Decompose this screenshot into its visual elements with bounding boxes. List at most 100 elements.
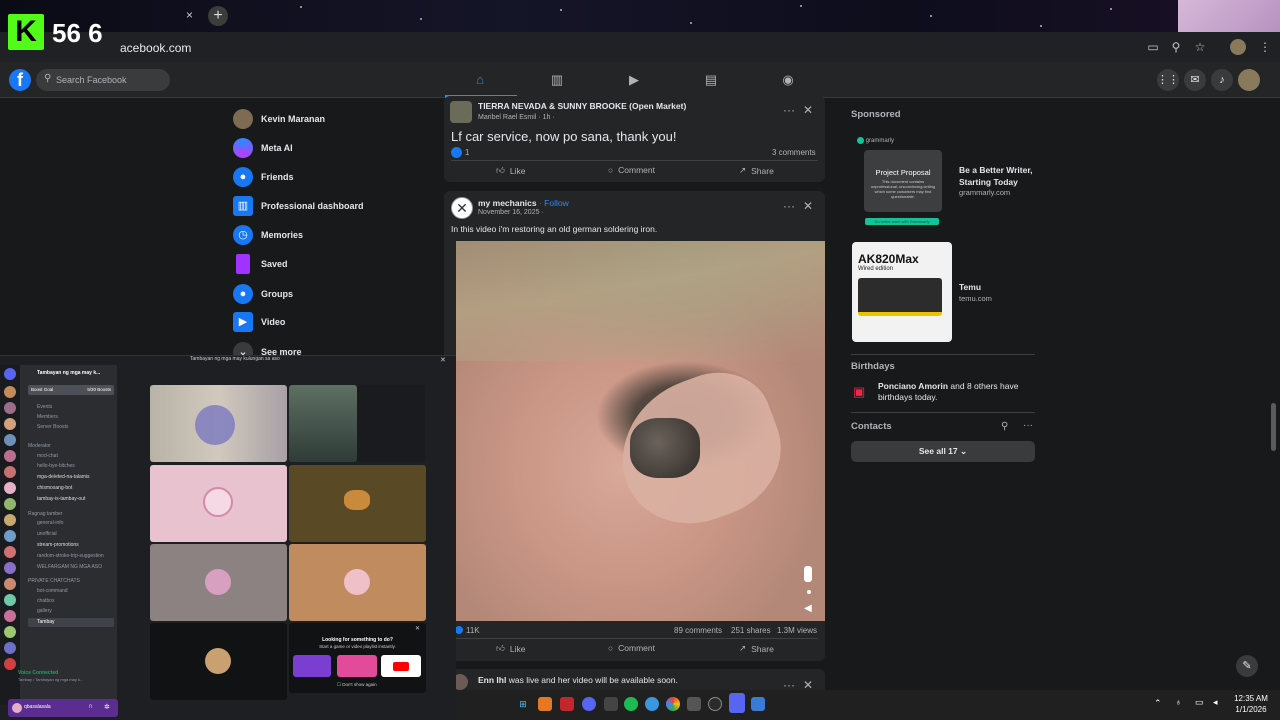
more-options-icon[interactable]: ···	[783, 199, 795, 213]
channel-item[interactable]: stream-promotions	[37, 542, 79, 548]
display-icon[interactable]: ▭	[1195, 697, 1204, 708]
browser-profile-avatar[interactable]	[1230, 39, 1246, 55]
post-author-meta[interactable]: Maribel Rael Esmil · 1h ·	[478, 114, 555, 121]
video-tile[interactable]	[289, 385, 357, 462]
channel-item[interactable]: mga-deleted-na-talamis	[37, 474, 90, 480]
url-text[interactable]: acebook.com	[120, 41, 191, 55]
volume-slider-handle[interactable]	[804, 566, 812, 582]
server-icon[interactable]	[4, 658, 16, 670]
comment-button[interactable]: ○ Comment	[608, 165, 655, 175]
server-icon[interactable]	[4, 562, 16, 574]
post-live-notice[interactable]: Enn Ihl was live and her video will be a…	[478, 675, 678, 685]
video-tile[interactable]	[289, 544, 426, 621]
search-contacts-icon[interactable]: ⚲	[1001, 421, 1008, 432]
account-avatar[interactable]	[1238, 69, 1260, 91]
like-button[interactable]: 👍︎ Like	[496, 165, 525, 176]
voice-channel-path[interactable]: Tambay / Tambayan ng mga may k...	[18, 677, 83, 682]
clock[interactable]: 12:35 AM 1/1/2026	[1233, 693, 1269, 715]
group-avatar[interactable]	[450, 101, 472, 123]
messenger-icon[interactable]: ✉	[1184, 69, 1206, 91]
server-icon[interactable]	[4, 466, 16, 478]
video-tile[interactable]	[357, 385, 425, 462]
zoom-icon[interactable]: ⚲	[1169, 40, 1183, 54]
ad-title-line2[interactable]: Starting Today	[959, 177, 1018, 187]
edge-icon[interactable]	[645, 697, 659, 711]
activity-game-card[interactable]	[293, 655, 331, 677]
channel-item[interactable]: unofficial	[37, 531, 57, 537]
channel-category[interactable]: Moderator	[28, 443, 51, 449]
sidebar-item-saved[interactable]: Saved	[233, 253, 288, 275]
headphones-icon[interactable]: ∩	[88, 703, 93, 710]
server-icon[interactable]	[4, 434, 16, 446]
window-close-icon[interactable]: ✕	[440, 356, 446, 364]
server-name[interactable]: Tambayan ng mga may k...	[37, 370, 100, 376]
more-options-icon[interactable]: ···	[783, 103, 795, 117]
ad-site[interactable]: grammarly.com	[959, 188, 1010, 197]
sidebar-item-meta-ai[interactable]: Meta AI	[233, 137, 293, 159]
taskbar-app-icon[interactable]	[687, 697, 701, 711]
activity-game-card[interactable]	[337, 655, 377, 677]
reaction-count[interactable]: 11K	[466, 626, 480, 635]
tab-close-icon[interactable]: ×	[186, 8, 193, 22]
server-icon[interactable]	[4, 610, 16, 622]
notifications-bell-icon[interactable]: ♪	[1211, 69, 1233, 91]
taskbar-app-icon[interactable]	[708, 697, 722, 711]
page-scrollbar[interactable]	[1271, 403, 1276, 451]
facebook-logo[interactable]: f	[9, 69, 31, 91]
boost-goal-bar[interactable]: Boost Goal 9/20 Boosts	[28, 385, 114, 395]
server-icon[interactable]	[4, 626, 16, 638]
server-icon[interactable]	[4, 450, 16, 462]
video-tile[interactable]	[150, 623, 287, 700]
channel-item[interactable]: chatbox	[37, 598, 55, 604]
spotify-icon[interactable]	[624, 697, 638, 711]
dont-show-again-checkbox[interactable]: ☐ Don't show again	[337, 682, 377, 688]
channel-item[interactable]: chismosang-bot	[37, 485, 72, 491]
channel-category[interactable]: PRIVATE CHATCHATS	[28, 578, 80, 584]
channel-item[interactable]: tambay-is-tambay-out	[37, 496, 85, 502]
comment-count[interactable]: 3 comments	[772, 148, 816, 157]
channel-item[interactable]: Members	[37, 414, 58, 420]
server-icon[interactable]	[4, 482, 16, 494]
taskbar-app-icon[interactable]	[582, 697, 596, 711]
server-icon[interactable]	[4, 498, 16, 510]
dashboard-tab-icon[interactable]: ▥	[547, 70, 567, 90]
voice-channel-active[interactable]: Tambay	[28, 618, 114, 627]
user-avatar[interactable]	[12, 703, 22, 713]
bookmark-star-icon[interactable]: ☆	[1193, 40, 1207, 54]
ad-title[interactable]: Temu	[959, 282, 981, 292]
home-tab-icon[interactable]: ⌂	[470, 70, 490, 90]
new-message-button[interactable]: ✎	[1236, 655, 1258, 677]
channel-item[interactable]: mod-chat	[37, 453, 58, 459]
sidebar-item-professional-dashboard[interactable]: ▥ Professional dashboard	[233, 195, 364, 217]
sidebar-item-groups[interactable]: ● Groups	[233, 283, 293, 305]
ad-image[interactable]: AK820Max Wired edition	[852, 242, 952, 342]
server-icon[interactable]	[4, 402, 16, 414]
address-bar[interactable]	[0, 32, 1280, 62]
channel-item[interactable]: gallery	[37, 608, 52, 614]
reaction-count[interactable]: 1	[465, 148, 469, 157]
ad-title[interactable]: Be a Better Writer,	[959, 165, 1033, 175]
tray-chevron-icon[interactable]: ⌃	[1154, 698, 1162, 709]
chrome-icon[interactable]	[666, 697, 680, 711]
channel-item[interactable]: hello-bye-bitches	[37, 463, 75, 469]
volume-icon[interactable]: ◀	[804, 603, 812, 614]
server-icon[interactable]	[4, 578, 16, 590]
server-icon[interactable]	[4, 530, 16, 542]
sidebar-item-friends[interactable]: ● Friends	[233, 166, 294, 188]
video-tile[interactable]	[150, 544, 287, 621]
volume-icon[interactable]: ◂	[1213, 697, 1218, 708]
comment-count[interactable]: 89 comments	[674, 626, 722, 635]
taskbar-app-icon[interactable]	[751, 697, 765, 711]
like-button[interactable]: 👍︎ Like	[496, 643, 525, 654]
sidebar-item-video[interactable]: ▶ Video	[233, 311, 285, 333]
server-icon[interactable]	[4, 418, 16, 430]
channel-item[interactable]: general-info	[37, 520, 63, 526]
server-icon[interactable]	[4, 514, 16, 526]
server-icon[interactable]	[4, 386, 16, 398]
server-icon[interactable]	[4, 594, 16, 606]
groups-tab-icon[interactable]: ◉	[778, 70, 798, 90]
share-button[interactable]: ↗ Share	[739, 165, 774, 176]
post-group-name[interactable]: TIERRA NEVADA & SUNNY BROOKE (Open Marke…	[478, 101, 686, 111]
taskbar-app-icon[interactable]	[604, 697, 618, 711]
activity-youtube-card[interactable]	[381, 655, 421, 677]
